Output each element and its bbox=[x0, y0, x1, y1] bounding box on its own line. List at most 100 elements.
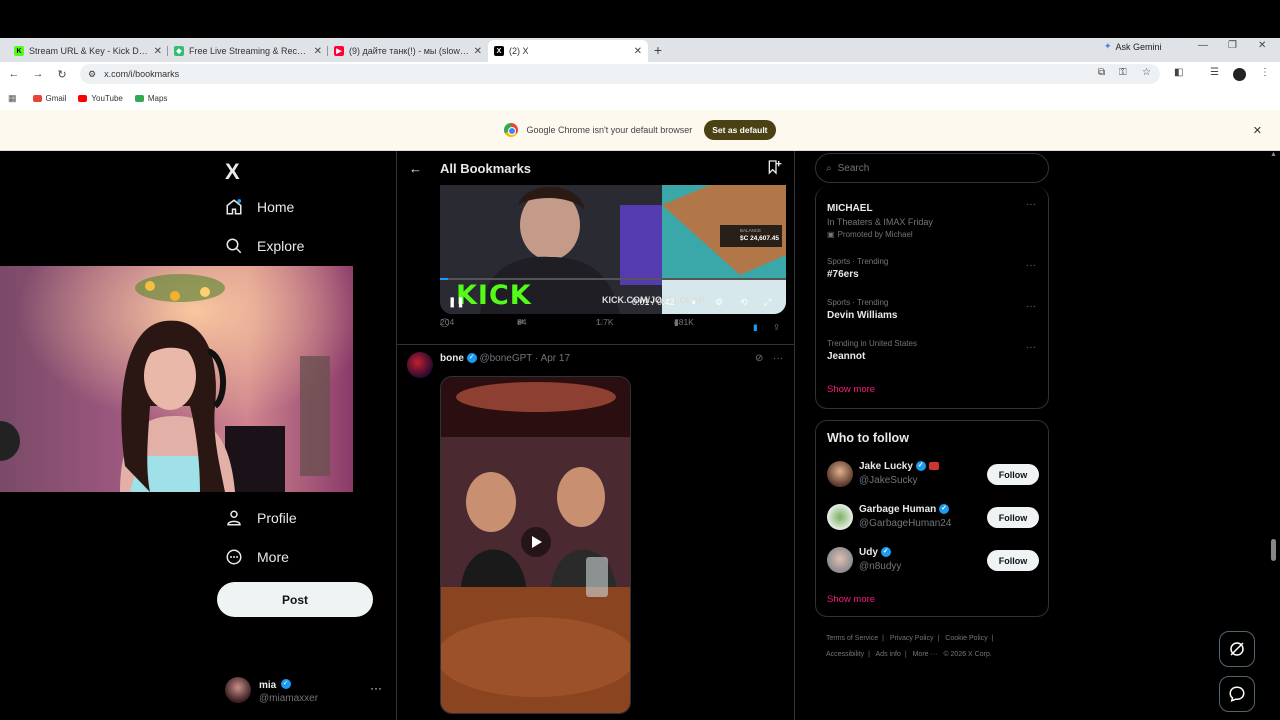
more-icon[interactable]: ··· bbox=[1026, 342, 1036, 353]
back-arrow-icon[interactable]: ← bbox=[409, 161, 422, 176]
rotate-icon[interactable]: ⟲ bbox=[740, 297, 748, 308]
close-icon[interactable]: ✕ bbox=[634, 46, 642, 57]
password-icon[interactable]: ⚿ bbox=[1119, 67, 1127, 78]
footer-link[interactable]: Accessibility bbox=[826, 651, 864, 658]
scrollbar-thumb[interactable] bbox=[1271, 539, 1276, 561]
close-icon[interactable]: ✕ bbox=[154, 46, 162, 57]
x-logo[interactable]: X bbox=[225, 159, 240, 185]
footer-link[interactable]: Privacy Policy bbox=[890, 635, 934, 642]
account-switcher[interactable]: mia ✓ @miamaxxer ··· bbox=[225, 675, 382, 704]
browser-tab-active[interactable]: X (2) X ✕ bbox=[488, 40, 648, 62]
minimize-icon[interactable]: — bbox=[1198, 40, 1208, 51]
bookmark-gmail[interactable]: Gmail bbox=[32, 94, 66, 103]
tweet-author-name[interactable]: bone bbox=[440, 353, 464, 364]
omnibox[interactable]: ⚙ x.com/i/bookmarks bbox=[80, 64, 1160, 84]
account-name: mia bbox=[259, 680, 277, 691]
profile-icon bbox=[227, 510, 241, 526]
grok-button[interactable] bbox=[1219, 631, 1255, 667]
close-icon[interactable]: ✕ bbox=[314, 46, 322, 57]
browser-tab[interactable]: K Stream URL & Key - Kick Dashb ✕ bbox=[8, 41, 168, 61]
browser-tab[interactable]: ◆ Free Live Streaming & Recordin ✕ bbox=[168, 41, 328, 61]
share-icon[interactable]: ⇪ bbox=[773, 322, 780, 333]
video-thumbnail[interactable] bbox=[440, 376, 631, 714]
play-button[interactable] bbox=[521, 527, 551, 557]
chat-bubble-icon bbox=[1229, 686, 1245, 702]
nav-profile[interactable]: Profile bbox=[225, 509, 297, 527]
nav-label: Explore bbox=[257, 238, 305, 254]
more-icon[interactable]: ··· bbox=[370, 681, 382, 695]
grok-icon[interactable]: ⊘ bbox=[755, 353, 763, 364]
footer-link[interactable]: Ads info bbox=[876, 651, 901, 658]
follow-button[interactable]: Follow bbox=[987, 464, 1039, 485]
site-info-icon[interactable]: ⚙ bbox=[88, 69, 96, 80]
follow-suggestion[interactable]: Garbage Human ✓ @GarbageHuman24 Follow bbox=[827, 504, 1039, 532]
follow-button[interactable]: Follow bbox=[987, 550, 1039, 571]
trend-item[interactable]: Sports · Trending #76ers bbox=[827, 257, 888, 280]
add-folder-icon[interactable] bbox=[766, 159, 782, 175]
follow-suggestion[interactable]: Udy ✓ @n8udyy Follow bbox=[827, 547, 1039, 575]
window-close-icon[interactable]: ✕ bbox=[1258, 40, 1266, 51]
post-button[interactable]: Post bbox=[217, 582, 373, 617]
reload-icon[interactable]: ↻ bbox=[50, 68, 74, 81]
trend-item[interactable]: Sports · Trending Devin Williams bbox=[827, 298, 898, 321]
show-more-link[interactable]: Show more bbox=[827, 594, 875, 605]
person-name: Udy bbox=[859, 547, 878, 558]
back-icon[interactable]: ← bbox=[2, 68, 26, 80]
infobar-text: Google Chrome isn't your default browser bbox=[526, 125, 693, 135]
close-icon[interactable]: ✕ bbox=[474, 46, 482, 57]
avatar[interactable] bbox=[407, 352, 433, 378]
page-title: All Bookmarks bbox=[440, 160, 532, 176]
profile-avatar[interactable] bbox=[1233, 68, 1246, 81]
messages-button[interactable] bbox=[1219, 676, 1255, 712]
url-text[interactable]: x.com/i/bookmarks bbox=[104, 69, 179, 79]
youtube-icon bbox=[78, 94, 88, 102]
video-player[interactable]: KICK KICK.COM/JOESLOLAR BALANCE $C 24,60… bbox=[440, 185, 786, 314]
pause-icon[interactable]: ❚❚ bbox=[448, 297, 465, 308]
avatar[interactable] bbox=[827, 461, 853, 487]
bookmark-youtube[interactable]: YouTube bbox=[78, 94, 123, 103]
avatar[interactable] bbox=[827, 547, 853, 573]
more-icon[interactable]: ··· bbox=[1026, 199, 1036, 210]
trend-context: Sports · Trending bbox=[827, 257, 889, 266]
sidepanel-icon[interactable]: ◧ bbox=[1174, 67, 1183, 78]
ask-gemini-button[interactable]: ✦ Ask Gemini bbox=[1104, 41, 1162, 52]
follow-button[interactable]: Follow bbox=[987, 507, 1039, 528]
more-icon[interactable]: ··· bbox=[1026, 260, 1036, 271]
close-icon[interactable]: ✕ bbox=[1253, 124, 1262, 137]
fullscreen-icon[interactable]: ⤢ bbox=[764, 297, 771, 308]
extensions-icon[interactable]: ☰ bbox=[1210, 67, 1219, 78]
volume-icon[interactable]: 🔈︎ bbox=[692, 297, 697, 308]
show-more-link[interactable]: Show more bbox=[827, 384, 875, 395]
search-input[interactable]: ⌕ Search bbox=[815, 153, 1049, 183]
tweet-date[interactable]: · Apr 17 bbox=[535, 353, 570, 364]
bookmark-icon[interactable]: ▮ bbox=[753, 322, 758, 333]
bookmark-maps[interactable]: Maps bbox=[134, 94, 167, 103]
set-as-default-button[interactable]: Set as default bbox=[704, 120, 776, 140]
more-icon[interactable]: ··· bbox=[1026, 301, 1036, 312]
bookmark-star-icon[interactable]: ☆ bbox=[1142, 67, 1151, 78]
trend-item[interactable]: Trending in United States Jeannot bbox=[827, 339, 917, 362]
promoted-label: ▣ Promoted by Michael bbox=[827, 230, 933, 239]
menu-icon[interactable]: ⋮ bbox=[1260, 67, 1270, 78]
install-icon[interactable]: ⧉ bbox=[1098, 67, 1105, 78]
page-scrollbar[interactable]: ▲ bbox=[1269, 151, 1277, 720]
nav-more[interactable]: More bbox=[225, 548, 289, 566]
apps-icon[interactable]: ▦ bbox=[8, 93, 17, 104]
more-icon[interactable]: ··· bbox=[773, 353, 783, 364]
restore-icon[interactable]: ❐ bbox=[1228, 40, 1237, 51]
tab-title: Stream URL & Key - Kick Dashb bbox=[29, 46, 150, 56]
follow-suggestion[interactable]: Jake Lucky ✓ @JakeSucky Follow bbox=[827, 461, 1039, 489]
nav-home[interactable]: Home bbox=[225, 198, 294, 216]
browser-tab[interactable]: ▶ (9) дайте танк(!) - мы (slowed + ✕ bbox=[328, 41, 488, 61]
nav-explore[interactable]: Explore bbox=[225, 237, 304, 255]
footer-link[interactable]: Terms of Service bbox=[826, 635, 878, 642]
footer-link[interactable]: More ··· bbox=[913, 651, 938, 658]
footer-link[interactable]: Cookie Policy bbox=[945, 635, 987, 642]
scroll-up-icon[interactable]: ▲ bbox=[1270, 151, 1277, 158]
new-tab-button[interactable]: + bbox=[648, 42, 668, 58]
tweet-author-handle[interactable]: @boneGPT bbox=[479, 353, 532, 364]
avatar[interactable] bbox=[827, 504, 853, 530]
forward-icon[interactable]: → bbox=[26, 68, 50, 80]
trend-item[interactable]: MICHAEL In Theaters & IMAX Friday ▣ Promo… bbox=[827, 200, 933, 239]
settings-icon[interactable]: ⚙ bbox=[715, 297, 723, 308]
